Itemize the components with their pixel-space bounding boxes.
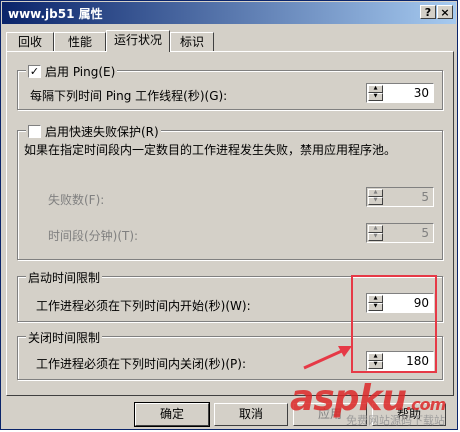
- spin-down-icon[interactable]: ▼: [368, 93, 383, 101]
- ping-legend[interactable]: ✓ 启用 Ping(E): [26, 63, 118, 80]
- rapid-fail-group: 启用快速失败保护(R) 如果在指定时间段内一定数目的工作进程发生失败，禁用应用程…: [17, 123, 443, 260]
- startup-label: 工作进程必须在下列时间内开始(秒)(W):: [36, 299, 251, 313]
- watermark-tagline: 免费网站源码下载站: [346, 414, 445, 427]
- failures-stepper[interactable]: ▲ ▼ 5: [366, 187, 434, 207]
- ping-interval-label: 每隔下列时间 Ping 工作线程(秒)(G):: [30, 89, 228, 103]
- spin-buttons[interactable]: ▲ ▼: [368, 85, 383, 101]
- help-icon[interactable]: ?: [420, 5, 436, 19]
- tab-health[interactable]: 运行状况: [106, 30, 170, 52]
- period-value: 5: [421, 226, 429, 240]
- spin-buttons[interactable]: ▲ ▼: [368, 225, 383, 241]
- ping-label: 启用 Ping(E): [45, 65, 116, 79]
- spin-down-icon[interactable]: ▼: [368, 233, 383, 241]
- spin-buttons[interactable]: ▲ ▼: [368, 189, 383, 205]
- ping-interval-value: 30: [413, 86, 429, 100]
- tab-performance[interactable]: 性能: [54, 32, 106, 51]
- spin-up-icon[interactable]: ▲: [368, 189, 383, 197]
- rapid-fail-checkbox[interactable]: [28, 125, 41, 138]
- period-label: 时间段(分钟)(T):: [48, 229, 139, 243]
- close-icon[interactable]: ×: [437, 5, 453, 19]
- ping-interval-stepper[interactable]: ▲ ▼ 30: [366, 83, 434, 103]
- rapid-fail-legend[interactable]: 启用快速失败保护(R): [26, 123, 161, 140]
- rapid-fail-description: 如果在指定时间段内一定数目的工作进程发生失败，禁用应用程序池。: [24, 143, 397, 157]
- title-bar[interactable]: www.jb51 属性 ? ×: [2, 2, 456, 24]
- window-title: www.jb51 属性: [8, 7, 103, 21]
- failures-value: 5: [421, 190, 429, 204]
- tab-recycle[interactable]: 回收: [6, 32, 54, 51]
- ok-button[interactable]: 确定: [134, 402, 210, 427]
- rapid-fail-label: 启用快速失败保护(R): [45, 125, 159, 139]
- shutdown-title: 关闭时间限制: [28, 331, 101, 345]
- spin-down-icon[interactable]: ▼: [368, 197, 383, 205]
- tab-identity[interactable]: 标识: [170, 32, 214, 51]
- cancel-button[interactable]: 取消: [214, 403, 288, 426]
- failures-label: 失败数(F):: [48, 193, 105, 207]
- highlight-box: [351, 275, 437, 373]
- period-stepper[interactable]: ▲ ▼ 5: [366, 223, 434, 243]
- shutdown-label: 工作进程必须在下列时间内关闭(秒)(P):: [36, 357, 247, 371]
- ping-checkbox[interactable]: ✓: [28, 65, 41, 78]
- startup-title: 启动时间限制: [28, 271, 101, 285]
- arrow-icon: [303, 346, 352, 370]
- shutdown-legend: 关闭时间限制: [26, 329, 103, 346]
- spin-up-icon[interactable]: ▲: [368, 85, 383, 93]
- ping-group: ✓ 启用 Ping(E) 每隔下列时间 Ping 工作线程(秒)(G): ▲ ▼ …: [17, 63, 443, 110]
- startup-legend: 启动时间限制: [26, 269, 103, 286]
- spin-up-icon[interactable]: ▲: [368, 225, 383, 233]
